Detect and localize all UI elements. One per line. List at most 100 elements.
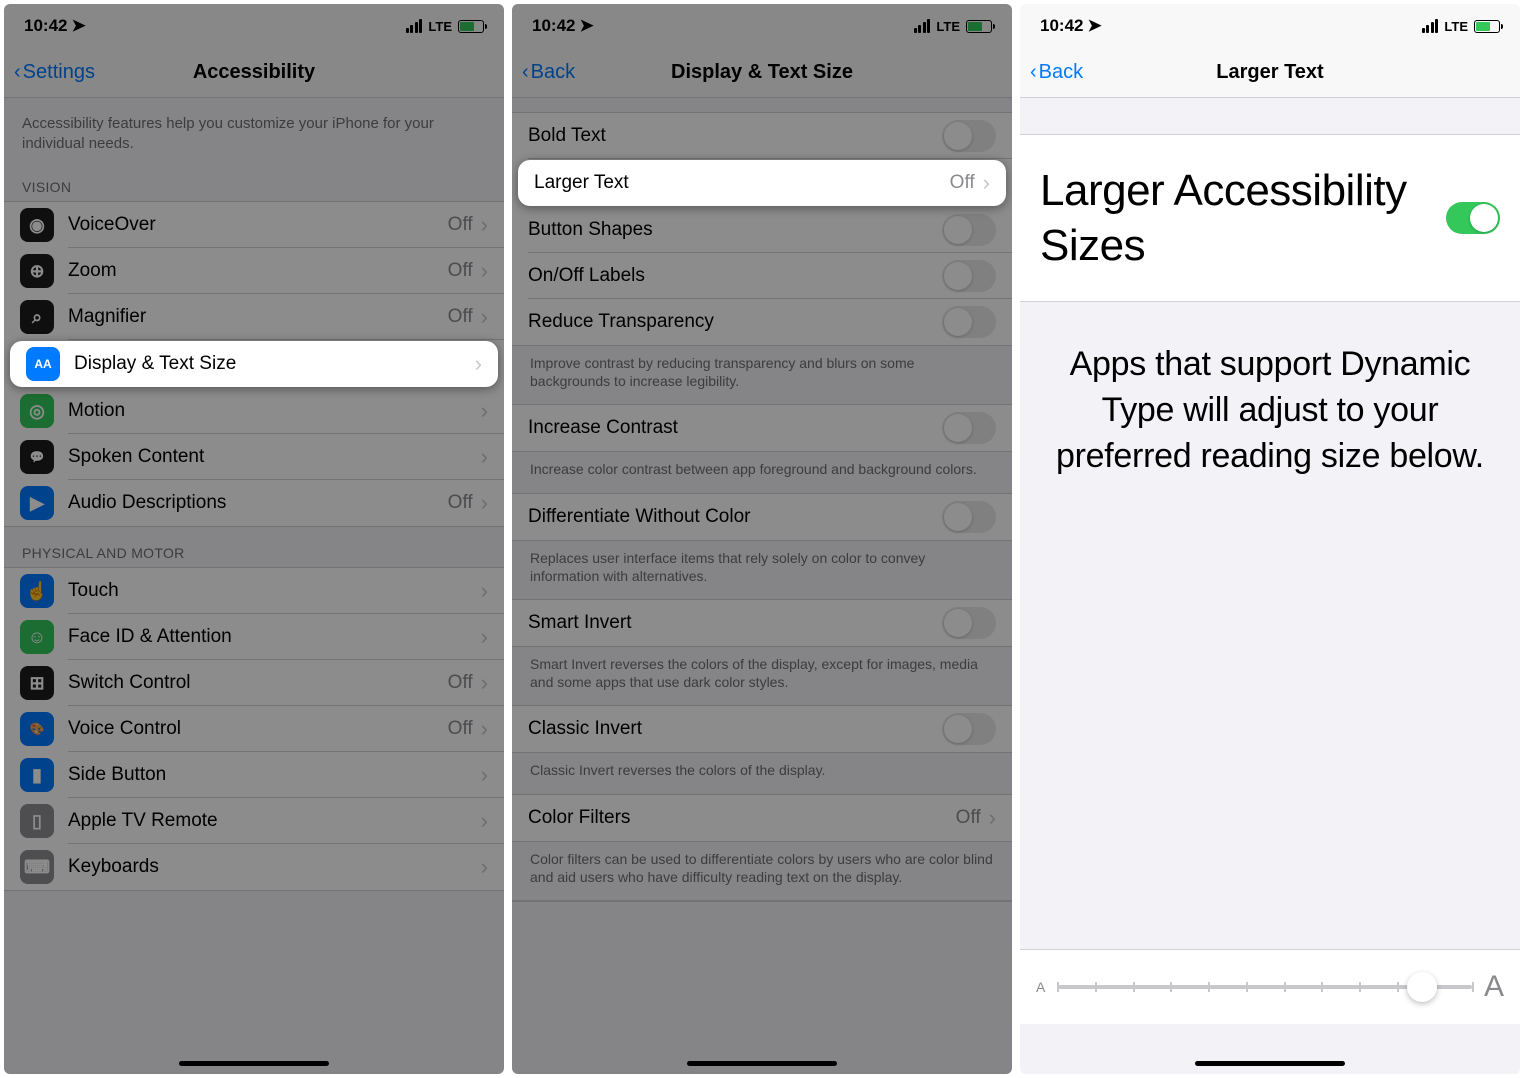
row-touch[interactable]: ☝Touch› <box>4 568 504 614</box>
row-icon: ⌨ <box>20 850 54 884</box>
row-icon: ▯ <box>20 804 54 838</box>
row-magnifier[interactable]: ⌕MagnifierOff› <box>4 294 504 340</box>
vision-group: ◉VoiceOverOff›⊕ZoomOff›⌕MagnifierOff›AAD… <box>4 201 504 527</box>
toggle[interactable] <box>942 607 996 639</box>
home-indicator[interactable] <box>179 1061 329 1066</box>
row-larger-text[interactable]: Larger TextOff› <box>518 160 1006 206</box>
row-label: Increase Contrast <box>528 417 942 439</box>
row-button-shapes[interactable]: Button Shapes <box>512 207 1012 253</box>
row-motion[interactable]: ◎Motion› <box>4 388 504 434</box>
status-time: 10:42 <box>532 16 575 36</box>
chevron-right-icon: › <box>481 716 488 742</box>
row-apple-tv-remote[interactable]: ▯Apple TV Remote› <box>4 798 504 844</box>
row-voice-control[interactable]: 🎨Voice ControlOff› <box>4 706 504 752</box>
larger-sizes-toggle[interactable] <box>1446 202 1500 234</box>
slider-tick <box>1170 982 1172 992</box>
row-value: Off <box>448 672 473 694</box>
content-scroll[interactable]: Larger Accessibility Sizes Apps that sup… <box>1020 98 1520 1074</box>
row-label: Switch Control <box>68 672 448 694</box>
toggle[interactable] <box>942 501 996 533</box>
row-label: On/Off Labels <box>528 265 942 287</box>
toggle[interactable] <box>942 306 996 338</box>
row-value: Off <box>956 807 981 829</box>
settings-group: Bold TextLarger TextOff›Button Shapes On/… <box>512 112 1012 346</box>
row-icon: ◎ <box>20 394 54 428</box>
row-face-id-attention[interactable]: ☺Face ID & Attention› <box>4 614 504 660</box>
row-value: Off <box>448 492 473 514</box>
chevron-left-icon: ‹ <box>522 61 529 84</box>
home-indicator[interactable] <box>687 1061 837 1066</box>
row-audio-descriptions[interactable]: ▶Audio DescriptionsOff› <box>4 480 504 526</box>
signal-icon <box>406 19 423 33</box>
slider-tick <box>1057 982 1059 992</box>
row-voiceover[interactable]: ◉VoiceOverOff› <box>4 202 504 248</box>
row-icon: 🎨 <box>20 712 54 746</box>
row-switch-control[interactable]: ⊞Switch ControlOff› <box>4 660 504 706</box>
row-classic-invert[interactable]: Classic Invert <box>512 706 1012 752</box>
row-bold-text[interactable]: Bold Text <box>512 113 1012 159</box>
row-label: Smart Invert <box>528 612 942 634</box>
screen-display-text-size: 10:42 ➤ LTE ‹ Back Display & Text Size B… <box>512 4 1012 1074</box>
back-button[interactable]: ‹ Back <box>1030 61 1083 84</box>
row-label: Differentiate Without Color <box>528 506 942 528</box>
network-label: LTE <box>1444 19 1468 34</box>
content-scroll[interactable]: Bold TextLarger TextOff›Button ShapesOn/… <box>512 98 1012 1074</box>
row-icon: ▶ <box>20 486 54 520</box>
row-footer: Improve contrast by reducing transparenc… <box>512 346 1012 404</box>
row-label: Touch <box>68 580 481 602</box>
page-title: Accessibility <box>193 61 315 84</box>
home-indicator[interactable] <box>1195 1061 1345 1066</box>
row-label: Audio Descriptions <box>68 492 448 514</box>
row-label: Display & Text Size <box>74 353 475 375</box>
location-icon: ➤ <box>579 16 593 36</box>
toggle[interactable] <box>942 713 996 745</box>
larger-sizes-label: Larger Accessibility Sizes <box>1040 163 1446 273</box>
row-label: Motion <box>68 400 481 422</box>
back-button[interactable]: ‹ Back <box>522 61 575 84</box>
chevron-right-icon: › <box>481 304 488 330</box>
content-scroll[interactable]: Accessibility features help you customiz… <box>4 98 504 1074</box>
row-on-off-labels[interactable]: On/Off Labels <box>512 253 1012 299</box>
page-title: Display & Text Size <box>671 61 853 84</box>
chevron-left-icon: ‹ <box>14 61 21 84</box>
row-zoom[interactable]: ⊕ZoomOff› <box>4 248 504 294</box>
row-icon: ☝ <box>20 574 54 608</box>
row-differentiate-without-color[interactable]: Differentiate Without Color <box>512 494 1012 540</box>
row-keyboards[interactable]: ⌨Keyboards› <box>4 844 504 890</box>
larger-sizes-row[interactable]: Larger Accessibility Sizes <box>1020 134 1520 302</box>
row-label: Color Filters <box>528 807 956 829</box>
settings-group: Classic Invert <box>512 705 1012 753</box>
row-spoken-content[interactable]: 💬Spoken Content› <box>4 434 504 480</box>
row-label: Classic Invert <box>528 718 942 740</box>
settings-group: Smart Invert <box>512 599 1012 647</box>
toggle[interactable] <box>942 120 996 152</box>
slider-thumb[interactable] <box>1407 972 1437 1002</box>
text-size-slider[interactable] <box>1057 985 1472 989</box>
back-label: Settings <box>23 61 95 84</box>
row-icon: ☺ <box>20 620 54 654</box>
text-size-slider-area: A A <box>1020 949 1520 1024</box>
row-smart-invert[interactable]: Smart Invert <box>512 600 1012 646</box>
settings-group: Differentiate Without Color <box>512 493 1012 541</box>
chevron-right-icon: › <box>481 258 488 284</box>
row-reduce-transparency[interactable]: Reduce Transparency <box>512 299 1012 345</box>
slider-tick <box>1397 982 1399 992</box>
chevron-right-icon: › <box>481 444 488 470</box>
row-side-button[interactable]: ▮Side Button› <box>4 752 504 798</box>
row-value: Off <box>448 306 473 328</box>
row-color-filters[interactable]: Color FiltersOff› <box>512 795 1012 841</box>
toggle[interactable] <box>942 260 996 292</box>
chevron-right-icon: › <box>983 170 990 196</box>
row-label: Side Button <box>68 764 481 786</box>
row-display-text-size[interactable]: AADisplay & Text Size› <box>10 341 498 387</box>
settings-group <box>512 900 1012 902</box>
chevron-right-icon: › <box>481 762 488 788</box>
toggle[interactable] <box>942 412 996 444</box>
row-label: Larger Text <box>534 172 950 194</box>
row-label: Spoken Content <box>68 446 481 468</box>
row-increase-contrast[interactable]: Increase Contrast <box>512 405 1012 451</box>
row-icon: ◉ <box>20 208 54 242</box>
toggle[interactable] <box>942 214 996 246</box>
back-button[interactable]: ‹ Settings <box>14 61 95 84</box>
status-bar: 10:42 ➤ LTE <box>4 4 504 48</box>
